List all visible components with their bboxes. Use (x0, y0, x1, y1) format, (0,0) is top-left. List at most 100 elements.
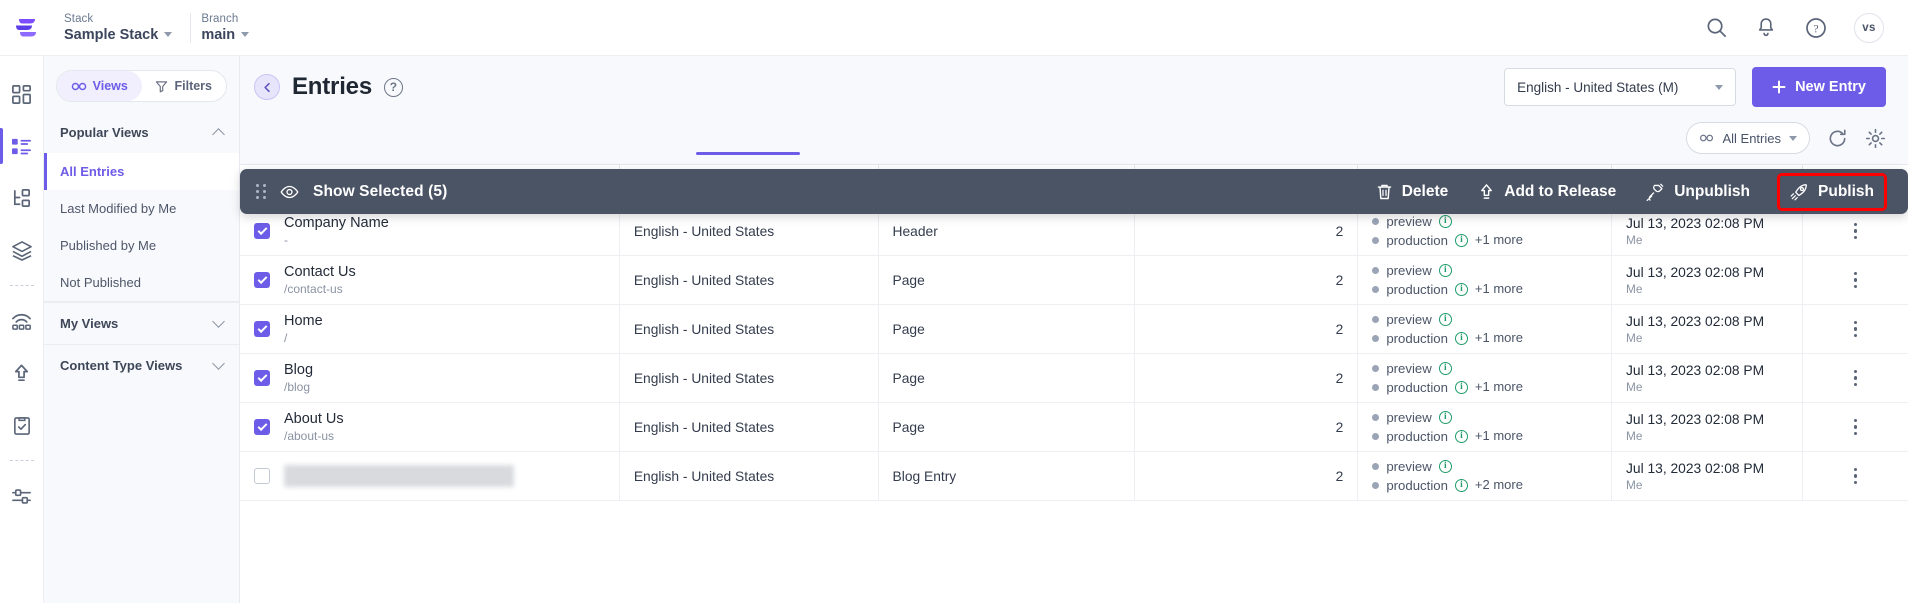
notifications-bell-icon[interactable] (1754, 16, 1778, 40)
info-icon[interactable]: i (1438, 214, 1452, 228)
views-icon (1700, 134, 1714, 142)
table-row[interactable]: Home / English - United States Page 2 pr… (240, 304, 1908, 354)
branch-value[interactable]: main (201, 27, 250, 43)
cell-language: English - United States (618, 255, 879, 305)
entry-title[interactable]: Contact Us (284, 264, 356, 280)
entry-title[interactable]: Company Name (284, 215, 389, 231)
drag-handle-icon[interactable] (256, 184, 266, 199)
info-icon[interactable]: i (1438, 361, 1452, 375)
toolbar-row: All Entries (240, 118, 1908, 164)
table-row[interactable]: English - United States Blog Entry 2 pre… (240, 451, 1908, 501)
add-to-release-button[interactable]: Add to Release (1478, 183, 1616, 201)
table-row[interactable]: Contact Us /contact-us English - United … (240, 255, 1908, 305)
info-icon[interactable]: i (1438, 459, 1452, 473)
publish-button[interactable]: Publish (1777, 172, 1887, 211)
info-icon[interactable]: i (1438, 312, 1452, 326)
status-more[interactable]: +1 more (1475, 280, 1523, 299)
context-switchers: Stack Sample Stack Branch main (54, 12, 267, 43)
entry-title[interactable]: Home (284, 313, 323, 329)
nav-assets-stack-icon[interactable] (0, 224, 44, 276)
branch-switcher[interactable]: Branch main (191, 13, 267, 43)
locale-select[interactable]: English - United States (M) (1504, 68, 1737, 106)
table-row[interactable]: Blog /blog English - United States Page … (240, 353, 1908, 403)
section-header-content-type-views[interactable]: Content Type Views (44, 344, 239, 386)
tab-views[interactable]: Views (57, 71, 142, 101)
nav-entries-icon[interactable] (0, 120, 44, 172)
nav-live-preview-icon[interactable] (0, 295, 44, 347)
sidebar-item-all-entries[interactable]: All Entries (44, 153, 239, 190)
status-env: production (1386, 478, 1448, 493)
status-more[interactable]: +2 more (1475, 476, 1523, 495)
collapse-panel-button[interactable] (254, 74, 280, 100)
status-more[interactable]: +1 more (1475, 378, 1523, 397)
table-body: Company Name - English - United States H… (240, 206, 1908, 501)
table-row[interactable]: About Us /about-us English - United Stat… (240, 402, 1908, 452)
row-actions-menu-icon[interactable] (1817, 271, 1894, 289)
info-icon[interactable]: i (1454, 234, 1468, 248)
info-icon[interactable]: i (1438, 410, 1452, 424)
avatar[interactable]: vs (1854, 12, 1884, 43)
row-actions-menu-icon[interactable] (1817, 418, 1894, 436)
nav-dashboard-icon[interactable] (0, 68, 44, 120)
contentstack-logo-icon[interactable] (0, 15, 54, 41)
nav-content-types-icon[interactable] (0, 172, 44, 224)
status-more[interactable]: +1 more (1475, 427, 1523, 446)
search-icon[interactable] (1704, 16, 1728, 40)
modified-by: Me (1626, 428, 1643, 443)
rail-divider (9, 285, 34, 286)
tab-filters[interactable]: Filters (142, 71, 227, 101)
info-icon[interactable]: i (1454, 430, 1468, 444)
row-checkbox[interactable] (254, 468, 270, 484)
cell-actions (1801, 353, 1908, 403)
refresh-icon[interactable] (1826, 127, 1848, 149)
nav-settings-sliders-icon[interactable] (0, 470, 44, 522)
row-checkbox[interactable] (254, 272, 270, 288)
main-content: Entries ? English - United States (M) Ne… (240, 56, 1908, 603)
sidebar-item-published-by-me[interactable]: Published by Me (44, 227, 239, 264)
delete-button[interactable]: Delete (1376, 183, 1448, 201)
help-icon[interactable]: ? (1804, 16, 1828, 40)
bulk-action-bar: Show Selected (5) Delete Add to Release … (240, 169, 1908, 214)
nav-releases-icon[interactable] (0, 347, 44, 399)
section-header-my-views[interactable]: My Views (44, 302, 239, 344)
cell-publish-status: preview i production i +1 more (1357, 304, 1612, 354)
row-checkbox[interactable] (254, 419, 270, 435)
info-icon[interactable]: i (1454, 332, 1468, 346)
sidebar-item-not-published[interactable]: Not Published (44, 264, 239, 301)
cell-language: English - United States (618, 402, 879, 452)
status-more[interactable]: +1 more (1475, 231, 1523, 250)
stack-value[interactable]: Sample Stack (64, 27, 173, 43)
cell-title: About Us /about-us (240, 402, 620, 452)
cell-actions (1801, 451, 1908, 501)
new-entry-button[interactable]: New Entry (1752, 67, 1886, 107)
table-settings-gear-icon[interactable] (1864, 127, 1886, 149)
info-icon[interactable]: i (1454, 283, 1468, 297)
show-selected-label[interactable]: Show Selected (5) (313, 183, 447, 201)
entry-title[interactable]: Blog (284, 362, 313, 378)
row-actions-menu-icon[interactable] (1817, 369, 1894, 387)
status-env: preview (1386, 213, 1432, 229)
unpublish-button[interactable]: Unpublish (1646, 183, 1750, 201)
info-icon[interactable]: i (1454, 479, 1468, 493)
stack-switcher[interactable]: Stack Sample Stack (54, 13, 190, 43)
row-checkbox[interactable] (254, 321, 270, 337)
entry-url: - (284, 232, 288, 247)
all-entries-selector[interactable]: All Entries (1686, 122, 1810, 154)
row-actions-menu-icon[interactable] (1817, 467, 1894, 485)
info-icon[interactable]: i (1438, 263, 1452, 277)
row-actions-menu-icon[interactable] (1817, 222, 1894, 240)
row-actions-menu-icon[interactable] (1817, 320, 1894, 338)
eye-icon (280, 185, 299, 198)
sidebar-item-last-modified-by-me[interactable]: Last Modified by Me (44, 190, 239, 227)
row-checkbox[interactable] (254, 223, 270, 239)
entry-title[interactable]: About Us (284, 411, 344, 427)
rocket-icon (1790, 183, 1807, 200)
info-icon[interactable]: i (1454, 381, 1468, 395)
row-checkbox[interactable] (254, 370, 270, 386)
nav-audit-log-icon[interactable] (0, 399, 44, 451)
section-header-popular-views[interactable]: Popular Views (44, 112, 239, 153)
status-more[interactable]: +1 more (1475, 329, 1523, 348)
status-preview: preview i (1372, 408, 1597, 427)
status-preview: preview i (1372, 359, 1597, 378)
page-help-icon[interactable]: ? (383, 77, 403, 97)
